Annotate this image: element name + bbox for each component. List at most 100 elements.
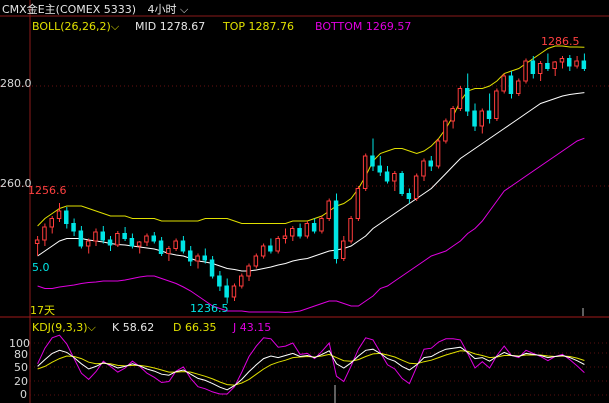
candle-body: [115, 233, 120, 246]
chevron-down-icon: ⌵: [110, 20, 120, 33]
candle-body: [158, 240, 164, 254]
candle-body: [217, 275, 222, 287]
kdj-plot: [37, 334, 585, 395]
price-plot: [34, 45, 587, 314]
candle-body: [413, 175, 419, 199]
candle-body: [304, 223, 310, 237]
symbol-name: CMX金E主(COMEX 5333): [2, 3, 137, 16]
candle-body: [406, 193, 412, 199]
candle-body: [537, 63, 543, 74]
candle-body: [479, 110, 484, 127]
candle-body: [275, 238, 280, 252]
candle-body: [85, 240, 91, 247]
chevron-down-icon: ⌵: [87, 321, 96, 334]
kdj-selector[interactable]: KDJ(9,3,3)⌵: [32, 321, 96, 335]
candle-body: [209, 259, 215, 277]
boll-selector[interactable]: BOLL(26,26,2)⌵: [32, 20, 119, 34]
candle-body: [559, 58, 565, 63]
candle-body: [465, 88, 470, 112]
days-annotation: 17天: [30, 304, 55, 317]
candle-body: [282, 235, 288, 239]
candle-body: [574, 60, 579, 67]
candle-body: [508, 75, 514, 94]
candle-body: [100, 231, 105, 241]
candle-body: [486, 110, 492, 119]
timeframe-label: 4小时: [147, 3, 177, 16]
timeframe-selector[interactable]: 4小时 ⌵: [148, 3, 189, 16]
candle-body: [268, 245, 273, 252]
kdj-j-line: [37, 334, 585, 395]
candle-body: [42, 226, 47, 241]
candle-body: [399, 173, 404, 194]
candle-body: [173, 240, 178, 249]
kdj-d-value: D 66.35: [173, 321, 217, 334]
candle-body: [144, 235, 149, 243]
kdj-axis-label: 80: [14, 348, 28, 361]
candle-body: [49, 218, 54, 228]
candle-body: [545, 63, 550, 69]
candle-body: [567, 58, 572, 67]
candle-body: [107, 239, 113, 246]
candle-body: [129, 238, 135, 247]
candle-body: [443, 120, 448, 142]
left-mark-annotation: 5.0: [32, 261, 50, 274]
candle-body: [370, 155, 375, 167]
price-axis-label: 280.0: [0, 77, 32, 90]
boll-mid-line: [37, 92, 585, 272]
kdj-axis-label: 0: [20, 388, 27, 401]
candle-body: [290, 228, 295, 237]
candle-body: [93, 231, 98, 242]
candle-body: [326, 200, 331, 219]
candle-body: [136, 241, 142, 247]
window-title[interactable]: CMX金E主(COMEX 5333) 4小时 ⌵: [2, 1, 188, 17]
candle-body: [34, 239, 40, 244]
kdj-k-value: K 58.62: [112, 321, 155, 334]
candle-body: [319, 218, 324, 232]
boll-top-line: [37, 45, 585, 227]
grid: [0, 0, 609, 403]
candle-body: [231, 285, 237, 298]
boll-label: BOLL(26,26,2): [32, 20, 111, 33]
candle-body: [384, 171, 390, 182]
candle-body: [581, 60, 587, 69]
candle-body: [472, 110, 477, 127]
candle-body: [457, 88, 463, 109]
candle-body: [428, 160, 433, 167]
boll-bottom-value: BOTTOM 1269.57: [315, 20, 412, 33]
candle-body: [188, 250, 193, 262]
candle-body: [501, 75, 506, 92]
candle-body: [523, 60, 528, 82]
price-axis-label: 260.0: [0, 177, 32, 190]
kdj-k-line: [37, 346, 585, 391]
candle-body: [516, 80, 521, 94]
candle-body: [195, 255, 200, 262]
candle-body: [362, 155, 368, 189]
high-right-annotation: 1286.5: [541, 35, 580, 48]
high-left-annotation: 1256.6: [28, 184, 67, 197]
boll-top-value: TOP 1287.76: [223, 20, 294, 33]
candle-body: [246, 265, 251, 277]
candle-body: [151, 235, 156, 242]
candle-body: [530, 60, 536, 74]
candle-body: [333, 200, 339, 259]
candle-body: [355, 188, 361, 219]
candle-body: [239, 275, 244, 287]
kdj-axis-label: 50: [14, 361, 28, 374]
low-annotation: 1236.5: [190, 302, 229, 315]
candle-body: [202, 255, 207, 261]
candle-body: [64, 210, 69, 224]
candle-body: [224, 285, 229, 298]
candle-body: [450, 108, 455, 122]
candle-body: [180, 240, 186, 252]
candle-body: [377, 165, 382, 173]
chart-canvas: [0, 0, 609, 403]
candle-body: [552, 61, 557, 69]
candle-body: [253, 255, 259, 267]
candle-body: [435, 140, 441, 167]
kdj-axis-label: 20: [14, 375, 28, 388]
candle-body: [341, 240, 346, 259]
chevron-down-icon: ⌵: [176, 3, 189, 16]
candle-body: [348, 218, 353, 242]
kdj-j-value: J 43.15: [233, 321, 272, 334]
candle-body: [71, 223, 76, 232]
